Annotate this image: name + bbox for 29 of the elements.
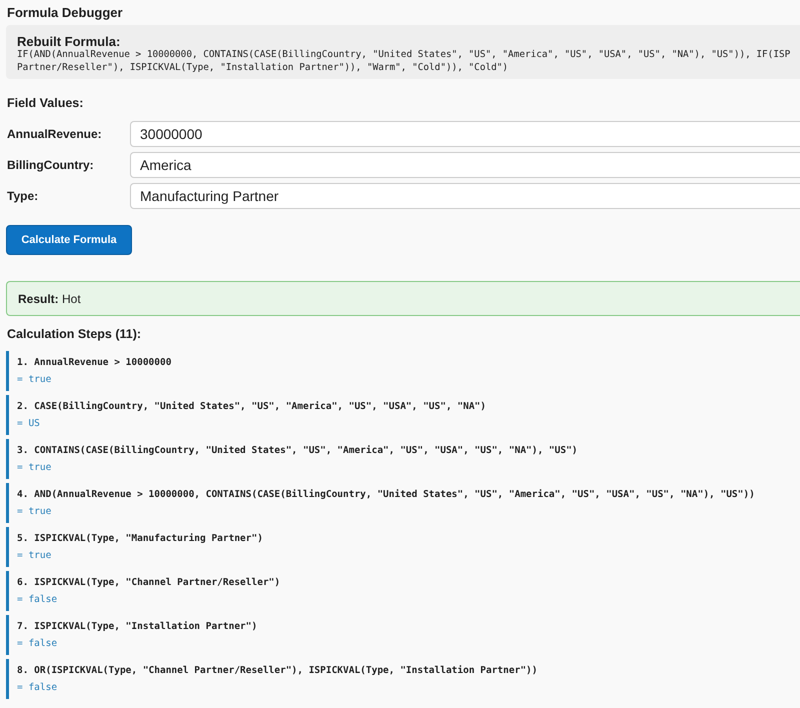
step-expression: 1. AnnualRevenue > 10000000 [17,356,172,370]
app-title: Formula Debugger [7,5,123,20]
calculate-button[interactable]: Calculate Formula [6,225,132,255]
step-result: = false [17,681,58,695]
step-expression: 4. AND(AnnualRevenue > 10000000, CONTAINS(CASE(BillingCountry, "United States", "US", "America", "US", "USA", "US", "NA"), "US")) [17,488,755,502]
step-result: = true [17,505,52,519]
step-expression: 5. ISPICKVAL(Type, "Manufacturing Partner") [17,532,263,546]
step-result: = true [17,373,52,387]
step-result: = true [17,549,52,563]
formula-label: Rebuilt Formula: [17,36,120,48]
section-heading: Field Values: [7,96,84,111]
step-result: = false [17,593,58,607]
step-result: = true [17,461,52,475]
section-heading: Calculation Steps (11): [7,327,142,342]
field-label: AnnualRevenue: [7,127,102,141]
step-expression: 6. ISPICKVAL(Type, "Channel Partner/Reseller") [17,576,280,590]
input-field[interactable]: 30000000 [130,121,800,147]
input-field[interactable]: America [130,152,800,178]
field-label: Type: [7,189,38,203]
step-expression: 7. ISPICKVAL(Type, "Installation Partner") [17,620,258,634]
formula-text: IF(AND(AnnualRevenue > 10000000, CONTAINS(CASE(BillingCountry, "United States", "US", "America", "US", "USA", "US", "NA"), "US")), IF(ISP Partner/Reseller"), ISPICKVAL(Type, "Installation Partner")), "Warm", "Cold")), "Cold") [17,48,790,74]
step-result: = false [17,637,58,651]
result-text: Result: Hot [18,292,81,306]
step-expression: 3. CONTAINS(CASE(BillingCountry, "United States", "US", "America", "US", "USA", "US", "NA"), "US") [17,444,578,458]
step-result: = US [17,417,40,431]
field-label: BillingCountry: [7,158,94,172]
input-field[interactable]: Manufacturing Partner [130,183,800,209]
step-expression: 8. OR(ISPICKVAL(Type, "Channel Partner/Reseller"), ISPICKVAL(Type, "Installation Partner")) [17,664,538,678]
step-expression: 2. CASE(BillingCountry, "United States", "US", "America", "US", "USA", "US", "NA") [17,400,486,414]
